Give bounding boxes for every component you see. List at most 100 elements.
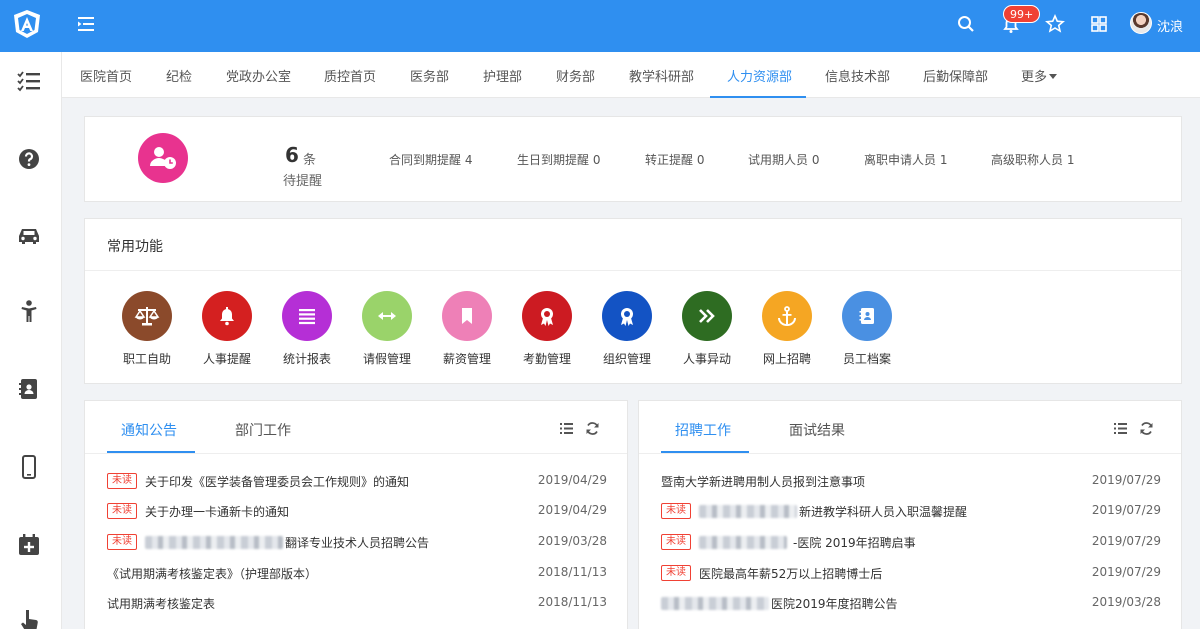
notice-row[interactable]: 未读 翻译专业技术人员招聘公告 2019/03/28 <box>107 532 607 552</box>
apps-grid-icon[interactable] <box>1088 13 1110 35</box>
resignation-applicants[interactable]: 离职申请人员 1 <box>864 151 947 168</box>
notice-row[interactable]: 未读 关于办理一卡通新卡的通知 2019/04/29 <box>107 501 607 521</box>
recruitment-title: 医院2019年度招聘公告 <box>771 597 898 611</box>
notification-badge[interactable]: 99+ <box>1003 5 1041 23</box>
function-label: 组织管理 <box>602 352 651 366</box>
notice-date: 2018/11/13 <box>537 595 607 609</box>
recruitment-row[interactable]: 暨南大学新进聘用制人员报到注意事项 2019/07/29 <box>661 471 1161 491</box>
tab-teaching-research[interactable]: 教学科研部 <box>629 66 694 85</box>
recruitment-date: 2019/03/28 <box>1091 595 1161 609</box>
unread-badge: 未读 <box>107 534 137 550</box>
unread-badge: 未读 <box>661 565 691 581</box>
recruitment-row[interactable]: 医院2019年度招聘公告 2019/03/28 <box>661 593 1161 613</box>
award-icon <box>602 291 652 341</box>
function-label: 考勤管理 <box>522 352 571 366</box>
refresh-icon[interactable] <box>585 421 600 436</box>
tab-more-label: 更多 <box>1021 70 1048 85</box>
list-view-icon[interactable] <box>1113 421 1128 436</box>
reminder-label: 待提醒 <box>283 174 323 189</box>
tab-nursing[interactable]: 护理部 <box>483 66 522 85</box>
function-statistics-report[interactable]: 统计报表 <box>272 291 342 371</box>
caret-down-icon <box>1049 74 1058 79</box>
function-leave-management[interactable]: 请假管理 <box>352 291 422 371</box>
tab-notices[interactable]: 通知公告 <box>121 420 177 440</box>
function-label: 网上招聘 <box>762 352 811 366</box>
car-icon[interactable] <box>16 222 42 248</box>
recruitment-date: 2019/07/29 <box>1091 473 1161 487</box>
search-icon[interactable] <box>955 13 977 35</box>
function-hr-reminder[interactable]: 人事提醒 <box>192 291 262 371</box>
tab-recruitment-work[interactable]: 招聘工作 <box>675 420 731 440</box>
list-view-icon[interactable] <box>559 421 574 436</box>
function-label: 人事提醒 <box>202 352 251 366</box>
common-functions-card: 常用功能 职工自助 人事提醒 统计报表 请假管理 薪资管理 考勤管理 组织管理 … <box>84 218 1182 384</box>
refresh-icon[interactable] <box>1139 421 1154 436</box>
tab-medical-affairs[interactable]: 医务部 <box>410 66 449 85</box>
notice-row[interactable]: 《试用期满考核鉴定表》（护理部版本） 2018/11/13 <box>107 563 607 583</box>
probation-staff[interactable]: 试用期人员 0 <box>748 151 819 168</box>
recruitment-row[interactable]: 未读 -医院 2019年招聘启事 2019/07/29 <box>661 532 1161 552</box>
tab-logistics[interactable]: 后勤保障部 <box>923 66 988 85</box>
tab-it[interactable]: 信息技术部 <box>825 66 890 85</box>
function-organization-management[interactable]: 组织管理 <box>592 291 662 371</box>
recruitment-panel: 招聘工作 面试结果 暨南大学新进聘用制人员报到注意事项 2019/07/29 未… <box>638 400 1182 629</box>
unread-badge: 未读 <box>107 473 137 489</box>
bookmark-icon <box>442 291 492 341</box>
person-icon[interactable] <box>16 298 42 324</box>
recruitment-row[interactable]: 未读 医院最高年薪52万以上招聘博士后 2019/07/29 <box>661 563 1161 583</box>
function-personnel-change[interactable]: 人事异动 <box>672 291 742 371</box>
avatar[interactable] <box>1130 12 1152 34</box>
tab-finance[interactable]: 财务部 <box>556 66 595 85</box>
mobile-icon[interactable] <box>16 454 42 480</box>
tab-discipline[interactable]: 纪检 <box>166 66 192 85</box>
top-bar: 99+ 沈浪 <box>0 0 1200 52</box>
bell-icon <box>202 291 252 341</box>
notice-title: 翻译专业技术人员招聘公告 <box>285 536 430 550</box>
tab-department-work[interactable]: 部门工作 <box>235 420 291 440</box>
unread-badge: 未读 <box>661 534 691 550</box>
tab-hospital-home[interactable]: 医院首页 <box>80 66 132 85</box>
section-title: 常用功能 <box>107 239 163 255</box>
contact-book-icon[interactable] <box>16 376 42 402</box>
birthday-reminder[interactable]: 生日到期提醒 0 <box>517 151 600 168</box>
tab-interview-results[interactable]: 面试结果 <box>789 420 845 440</box>
star-icon[interactable] <box>1044 13 1066 35</box>
tab-quality-home[interactable]: 质控首页 <box>324 66 376 85</box>
recruitment-row[interactable]: 未读 新进教学科研人员入职温馨提醒 2019/07/29 <box>661 501 1161 521</box>
active-tab-underline <box>710 96 806 98</box>
function-online-recruitment[interactable]: 网上招聘 <box>752 291 822 371</box>
recruitment-title: 暨南大学新进聘用制人员报到注意事项 <box>661 475 866 489</box>
menu-toggle-icon[interactable] <box>76 14 96 34</box>
redacted-text <box>699 505 797 518</box>
pointer-hand-icon[interactable] <box>16 608 42 629</box>
app-logo[interactable] <box>13 9 41 39</box>
notice-row[interactable]: 试用期满考核鉴定表 2018/11/13 <box>107 593 607 613</box>
redacted-text <box>699 536 787 549</box>
help-icon[interactable] <box>16 146 42 172</box>
tab-party-office[interactable]: 党政办公室 <box>226 66 291 85</box>
notice-row[interactable]: 未读 关于印发《医学装备管理委员会工作规则》的通知 2019/04/29 <box>107 471 607 491</box>
calendar-add-icon[interactable] <box>16 532 42 558</box>
function-salary-management[interactable]: 薪资管理 <box>432 291 502 371</box>
tab-more[interactable]: 更多 <box>1021 66 1058 85</box>
recruitment-date: 2019/07/29 <box>1091 503 1161 517</box>
function-employee-self-service[interactable]: 职工自助 <box>112 291 182 371</box>
notice-date: 2019/04/29 <box>537 503 607 517</box>
function-label: 请假管理 <box>362 352 411 366</box>
unread-badge: 未读 <box>661 503 691 519</box>
task-list-icon[interactable] <box>16 68 42 94</box>
function-employee-records[interactable]: 员工档案 <box>832 291 902 371</box>
list-icon <box>282 291 332 341</box>
forward-icon <box>682 291 732 341</box>
reminder-card: 6 条 待提醒 合同到期提醒 4 生日到期提醒 0 转正提醒 0 试用期人员 0… <box>84 116 1182 202</box>
contract-expiry-reminder[interactable]: 合同到期提醒 4 <box>389 151 472 168</box>
recruitment-date: 2019/07/29 <box>1091 565 1161 579</box>
regularization-reminder[interactable]: 转正提醒 0 <box>645 151 704 168</box>
redacted-text <box>145 536 283 549</box>
user-name[interactable]: 沈浪 <box>1157 16 1183 35</box>
senior-title-staff[interactable]: 高级职称人员 1 <box>991 151 1074 168</box>
recruitment-title: 医院最高年薪52万以上招聘博士后 <box>699 567 883 581</box>
function-attendance-management[interactable]: 考勤管理 <box>512 291 582 371</box>
tab-human-resources[interactable]: 人力资源部 <box>727 66 792 85</box>
sidebar <box>0 52 62 629</box>
